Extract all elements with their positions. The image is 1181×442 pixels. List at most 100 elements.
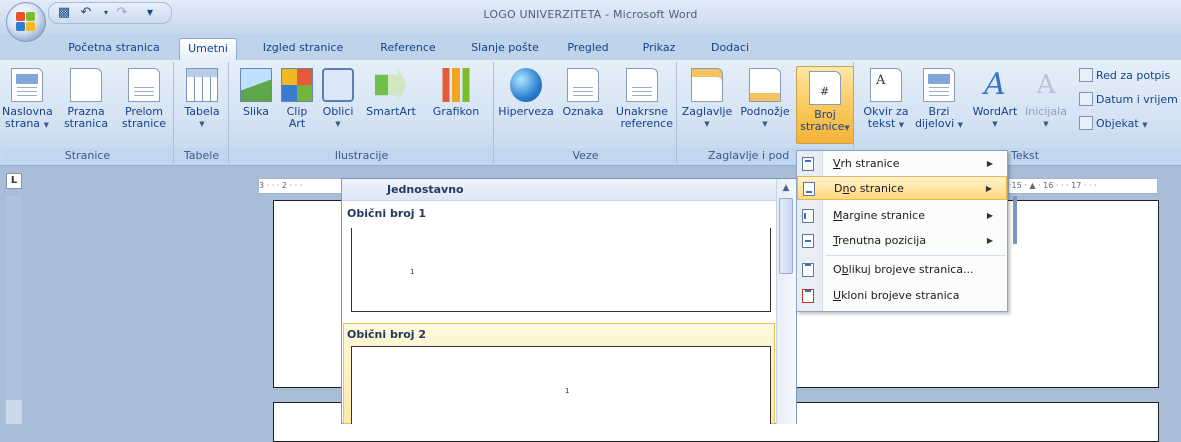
dropdown-arrow-icon: ▼ (844, 124, 850, 132)
vertical-ruler[interactable] (6, 196, 22, 424)
office-button[interactable] (6, 2, 46, 42)
tab-prikaz[interactable]: Prikaz (627, 38, 691, 60)
tab-pocetna[interactable]: Početna stranica (57, 38, 171, 60)
okvir-za-tekst-button[interactable]: A Okvir za tekst ▼ (861, 68, 911, 131)
objekat-button[interactable]: Objekat ▼ (1079, 116, 1148, 130)
dropdown-arrow-icon: ▼ (898, 121, 905, 129)
dropdown-arrow-icon: ▼ (704, 120, 710, 128)
clip-art-button[interactable]: Clip Art (278, 68, 316, 130)
menu-item-dno-stranice[interactable]: Dno stranice ▶ (797, 176, 1007, 200)
hiperveza-button[interactable]: Hiperveza (497, 68, 555, 118)
quick-parts-icon (923, 68, 955, 102)
dropdown-arrow-icon: ▼ (335, 120, 341, 128)
oblici-button[interactable]: Oblici ▼ (318, 68, 358, 130)
tab-dodaci[interactable]: Dodaci (700, 38, 760, 60)
submenu-arrow-icon: ▶ (986, 211, 993, 220)
group-stranice: Naslovna strana ▼ Prazna stranica Prelom… (2, 62, 174, 164)
oznaka-button[interactable]: Oznaka (557, 68, 609, 118)
tab-reference[interactable]: Reference (366, 38, 450, 60)
group-zaglavlje: Zaglavlje ▼ Podnožje ▼ # Broj stranice▼ … (678, 62, 854, 164)
inicijala-button[interactable]: A Inicijala ▼ (1021, 68, 1071, 130)
hyperlink-icon (510, 68, 542, 102)
tab-pregled[interactable]: Pregled (556, 38, 620, 60)
submenu-arrow-icon: ▶ (986, 236, 993, 245)
page-bottom-icon (803, 182, 815, 196)
object-icon (1079, 116, 1093, 130)
prelom-stranice-button[interactable]: Prelom stranice (116, 68, 172, 130)
horizontal-ruler-left[interactable]: 3 · · · 2 · · · (258, 178, 344, 194)
shapes-icon (322, 68, 354, 102)
menu-item-vrh-stranice[interactable]: Vrh stranice ▶ (797, 152, 1007, 176)
table-icon (186, 68, 218, 102)
group-tabele: Tabela ▼ Tabele (175, 62, 229, 164)
prazna-stranica-button[interactable]: Prazna stranica (58, 68, 114, 130)
header-icon (691, 68, 723, 102)
podnozje-button[interactable]: Podnožje ▼ (736, 68, 794, 130)
tab-izgled[interactable]: Izgled stranice (251, 38, 355, 60)
broj-stranice-button[interactable]: # Broj stranice▼ (796, 66, 854, 144)
horizontal-ruler-right[interactable]: ·15 · ▲ · 16 · · · 17 · · · (1008, 178, 1158, 194)
dropdown-arrow-icon: ▼ (199, 120, 205, 128)
picture-icon (240, 68, 272, 102)
zaglavlje-button[interactable]: Zaglavlje ▼ (678, 68, 736, 130)
naslovna-strana-button[interactable]: Naslovna strana ▼ (2, 68, 53, 131)
tabela-button[interactable]: Tabela ▼ (177, 68, 227, 130)
window-title: LOGO UNIVERZITETA - Microsoft Word (483, 8, 698, 21)
scrollbar-thumb[interactable] (779, 198, 793, 274)
gallery-category-header: Jednostavno (342, 179, 776, 201)
menu-separator (826, 255, 1006, 256)
grafikon-button[interactable]: Grafikon (424, 68, 488, 118)
vertical-ruler-margin (6, 400, 22, 424)
date-time-icon (1079, 92, 1093, 106)
gallery-thumbnail: 1 (351, 228, 771, 312)
dropdown-arrow-icon: ▼ (762, 120, 768, 128)
margin-marker (1013, 196, 1017, 244)
group-ilustracije: Slika Clip Art Oblici ▼ SmartArt Grafiko… (230, 62, 494, 164)
remove-page-numbers-icon (802, 289, 814, 303)
smartart-icon (375, 68, 407, 102)
page-break-icon (128, 68, 160, 102)
text-box-icon: A (870, 68, 902, 102)
blank-page-icon (70, 68, 102, 102)
dropdown-arrow-icon: ▼ (1043, 120, 1049, 128)
unakrsne-reference-button[interactable]: Unakrsne reference (611, 68, 673, 130)
gallery-item-label: Obični broj 2 (347, 328, 427, 341)
brzi-dijelovi-button[interactable]: Brzi dijelovi ▼ (913, 68, 965, 131)
red-za-potpis-button[interactable]: Red za potpis (1079, 68, 1170, 82)
menu-item-margine-stranice[interactable]: Margine stranice ▶ (797, 204, 1007, 228)
menu-item-trenutna-pozicija[interactable]: Trenutna pozicija ▶ (797, 229, 1007, 253)
cross-reference-icon (626, 68, 658, 102)
page-number-icon: # (809, 71, 841, 105)
bookmark-icon (567, 68, 599, 102)
menu-item-oblikuj-brojeve[interactable]: Oblikuj brojeve stranica... (797, 258, 1007, 282)
current-position-icon (802, 234, 814, 248)
datum-i-vrijeme-button[interactable]: Datum i vrijem (1079, 92, 1178, 106)
wordart-icon: A (984, 67, 1006, 102)
submenu-arrow-icon: ▶ (986, 159, 993, 168)
drop-cap-icon: A (1036, 70, 1056, 100)
footer-icon (749, 68, 781, 102)
menu-item-ukloni-brojeve[interactable]: Ukloni brojeve stranica (797, 284, 1007, 308)
office-logo-icon (16, 12, 36, 32)
scroll-up-icon[interactable]: ▲ (777, 180, 795, 196)
dropdown-arrow-icon: ▼ (957, 121, 964, 129)
page-number-preview: 1 (410, 268, 415, 276)
gallery-item-label: Obični broj 1 (347, 207, 427, 220)
group-veze: Hiperveza Oznaka Unakrsne reference Veze (495, 62, 677, 164)
dropdown-arrow-icon: ▼ (1142, 121, 1148, 129)
tab-umetni[interactable]: Umetni (179, 38, 237, 60)
wordart-button[interactable]: A WordArt ▼ (967, 68, 1023, 130)
chart-icon (440, 68, 472, 102)
page-number-preview: 1 (565, 387, 570, 395)
page-top-icon (802, 157, 814, 171)
slika-button[interactable]: Slika (236, 68, 276, 118)
clip-art-icon (281, 68, 313, 102)
page-margins-icon (802, 209, 814, 223)
tab-slanje[interactable]: Slanje pošte (460, 38, 550, 60)
smartart-button[interactable]: SmartArt (360, 68, 422, 118)
gallery-thumbnail: 1 (351, 346, 771, 424)
format-page-numbers-icon (802, 263, 814, 277)
dropdown-arrow-icon: ▼ (43, 121, 49, 129)
dropdown-arrow-icon: ▼ (992, 120, 998, 128)
tab-selector[interactable]: L (6, 173, 22, 189)
